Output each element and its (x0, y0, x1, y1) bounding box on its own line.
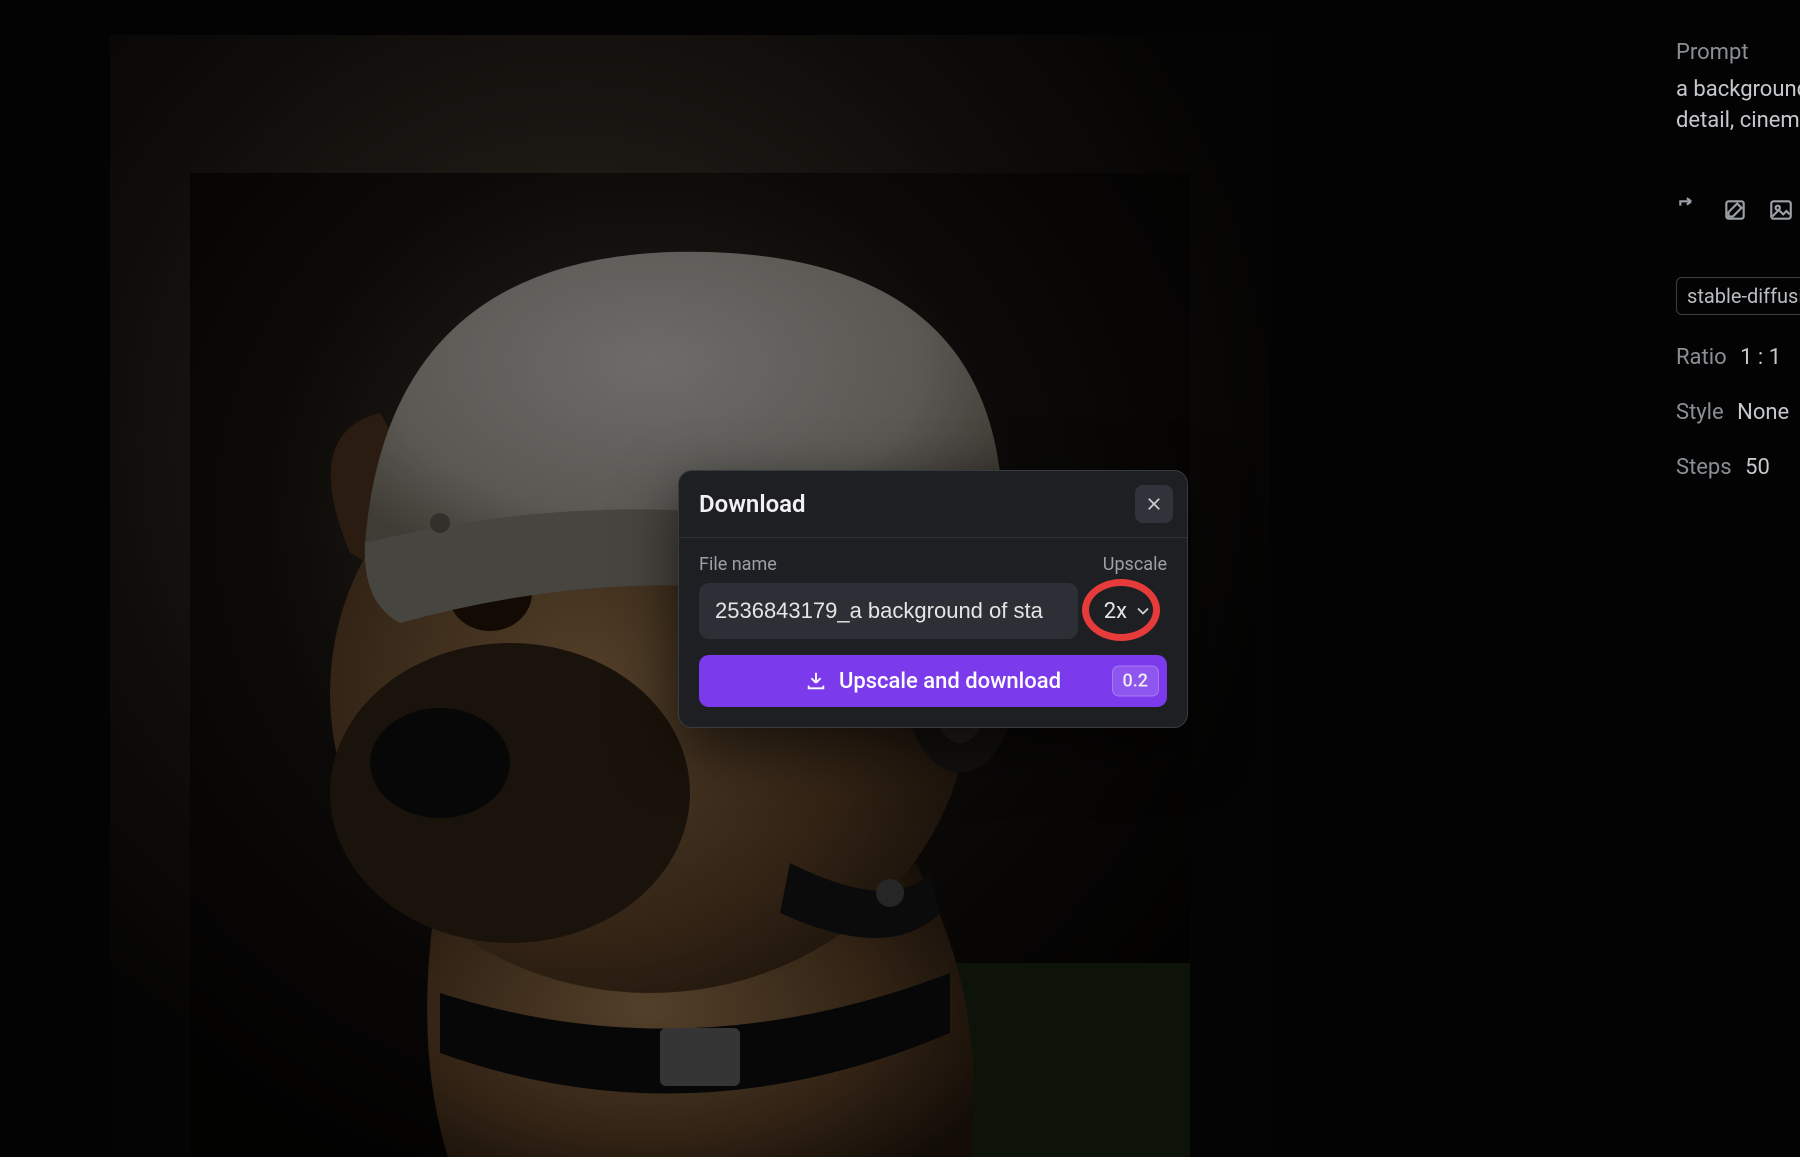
ratio-label: Ratio (1676, 345, 1727, 370)
prompt-label: Prompt (1676, 40, 1800, 65)
style-row: Style None (1676, 400, 1800, 425)
modal-title: Download (699, 490, 806, 518)
steps-row: Steps 50 (1676, 455, 1800, 480)
close-icon (1145, 495, 1163, 513)
ratio-row: Ratio 1 : 1 (1676, 345, 1800, 370)
download-modal: Download File name Upscale 2x (678, 470, 1188, 728)
image-icon[interactable] (1768, 197, 1794, 227)
model-tag[interactable]: stable-diffusion (1676, 277, 1800, 315)
primary-button-label: Upscale and download (839, 669, 1061, 694)
steps-value: 50 (1745, 455, 1770, 480)
app-root: Prompt a background detail, cinema stabl… (0, 0, 1800, 1157)
style-label: Style (1676, 400, 1724, 425)
filename-label: File name (699, 554, 777, 575)
close-button[interactable] (1135, 485, 1173, 523)
upscale-download-button[interactable]: Upscale and download 0.2 (699, 655, 1167, 707)
style-value: None (1737, 400, 1789, 425)
chevron-down-icon (1133, 601, 1153, 621)
prompt-text-line2: detail, cinema (1676, 106, 1800, 137)
credit-cost-badge: 0.2 (1112, 666, 1159, 697)
filename-input[interactable] (699, 583, 1078, 639)
info-sidebar: Prompt a background detail, cinema stabl… (1660, 0, 1800, 1157)
upscale-value: 2x (1104, 599, 1127, 624)
upscale-select[interactable]: 2x (1092, 583, 1167, 639)
edit-icon[interactable] (1722, 197, 1748, 227)
steps-label: Steps (1676, 455, 1732, 480)
download-icon (805, 670, 827, 692)
ratio-value: 1 : 1 (1740, 345, 1781, 370)
upscale-label: Upscale (1103, 554, 1167, 575)
reuse-prompt-icon[interactable] (1676, 197, 1702, 227)
modal-header: Download (679, 471, 1187, 538)
prompt-text-line1: a background (1676, 75, 1800, 106)
modal-body: File name Upscale 2x Upscale and downloa… (679, 538, 1187, 727)
